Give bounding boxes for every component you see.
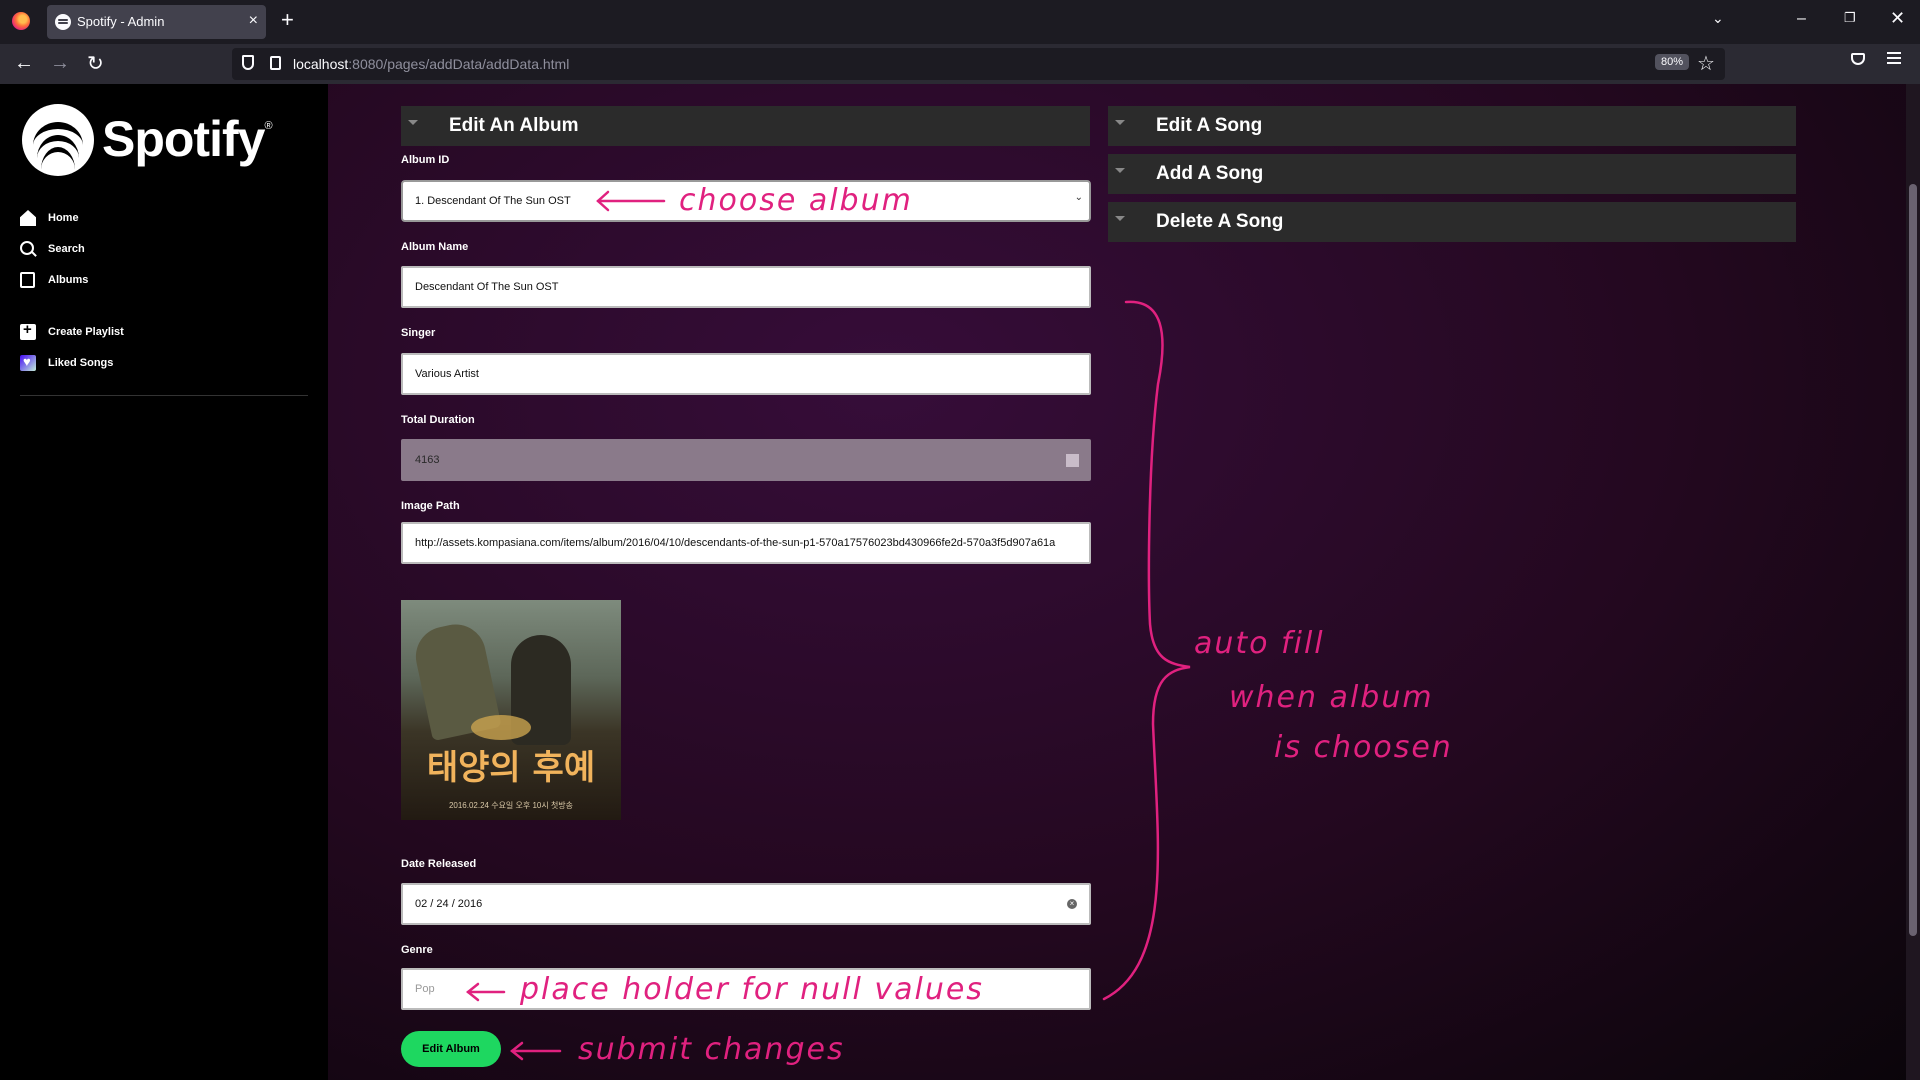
search-icon	[20, 241, 34, 255]
minimize-icon[interactable]: –	[1797, 10, 1806, 28]
sidebar-item-albums[interactable]: Albums	[20, 269, 88, 291]
album-name-value: Descendant Of The Sun OST	[415, 281, 559, 293]
logo-text: Spotify®	[102, 111, 273, 167]
page-icon[interactable]	[270, 56, 281, 70]
accordion-title: Edit An Album	[449, 115, 579, 136]
accordion-delete-song[interactable]: Delete A Song	[1108, 202, 1796, 242]
heart-icon	[20, 354, 36, 371]
accordion-title: Delete A Song	[1156, 211, 1284, 232]
browser-tab[interactable]: Spotify - Admin ×	[47, 5, 266, 39]
image-path-label: Image Path	[401, 500, 460, 512]
url-bar[interactable]: localhost:8080/pages/addData/addData.htm…	[232, 48, 1725, 80]
clear-icon[interactable]: ×	[1067, 899, 1077, 909]
album-id-label: Album ID	[401, 154, 450, 166]
hamburger-menu-icon[interactable]	[1887, 52, 1901, 54]
tab-title: Spotify - Admin	[77, 14, 165, 29]
total-duration-label: Total Duration	[401, 414, 475, 426]
singer-value: Various Artist	[415, 368, 479, 380]
genre-label: Genre	[401, 944, 433, 956]
accordion-edit-song[interactable]: Edit A Song	[1108, 106, 1796, 146]
accordion-add-song[interactable]: Add A Song	[1108, 154, 1796, 194]
image-path-value: http://assets.kompasiana.com/items/album…	[415, 537, 1056, 549]
annotation-submit-note: submit changes	[578, 1032, 845, 1067]
date-released-value: 02 / 24 / 2016	[415, 898, 483, 910]
spinner-icon	[1066, 454, 1079, 467]
restore-icon[interactable]: ❐	[1844, 10, 1856, 26]
page-viewport: Spotify® Home Search Albums Create Playl…	[0, 84, 1920, 1080]
accordion-title: Add A Song	[1156, 163, 1264, 184]
annotation-auto-fill-2: when album	[1229, 680, 1434, 715]
spotify-logo-icon	[22, 104, 94, 176]
annotation-placeholder-note: place holder for null values	[520, 972, 984, 1007]
zoom-level[interactable]: 80%	[1655, 54, 1690, 70]
caret-down-icon	[1115, 216, 1125, 221]
date-released-input[interactable]: 02 / 24 / 2016 ×	[401, 883, 1091, 925]
scrollbar-thumb[interactable]	[1909, 184, 1917, 936]
sidebar-divider	[20, 395, 308, 396]
sidebar-item-label: Liked Songs	[48, 357, 114, 369]
page-scrollbar[interactable]	[1906, 84, 1920, 1080]
album-name-label: Album Name	[401, 241, 469, 253]
sidebar-item-create-playlist[interactable]: Create Playlist	[20, 321, 124, 343]
sidebar-item-label: Search	[48, 243, 85, 255]
sidebar: Spotify® Home Search Albums Create Playl…	[0, 84, 328, 1080]
accordion-edit-album[interactable]: Edit An Album	[401, 106, 1090, 146]
total-duration-input: 4163	[401, 439, 1091, 481]
accordion-title: Edit A Song	[1156, 115, 1263, 136]
chevron-down-icon: ⌄	[1074, 192, 1083, 203]
new-tab-icon[interactable]: +	[281, 9, 294, 31]
browser-tab-bar: Spotify - Admin × + ⌄ – ❐ ✕	[0, 0, 1920, 44]
annotation-auto-fill-1: auto fill	[1194, 626, 1325, 661]
add-icon	[20, 321, 36, 340]
sidebar-item-label: Home	[48, 212, 79, 224]
sidebar-item-label: Create Playlist	[48, 326, 124, 338]
sidebar-item-home[interactable]: Home	[20, 207, 79, 229]
window-close-icon[interactable]: ✕	[1890, 8, 1905, 29]
singer-input[interactable]: Various Artist	[401, 353, 1091, 395]
caret-down-icon	[408, 120, 418, 125]
sidebar-item-search[interactable]: Search	[20, 238, 85, 260]
album-name-input[interactable]: Descendant Of The Sun OST	[401, 266, 1091, 308]
firefox-icon	[12, 12, 30, 30]
total-duration-value: 4163	[415, 454, 440, 466]
back-arrow-icon[interactable]: ←	[14, 52, 34, 75]
caret-down-icon	[1115, 168, 1125, 173]
image-path-input[interactable]: http://assets.kompasiana.com/items/album…	[401, 522, 1091, 564]
bookmark-star-icon[interactable]: ☆	[1697, 51, 1715, 76]
album-cover-image: 태양의 후예 2016.02.24 수요일 오후 10시 첫방송	[401, 600, 621, 820]
edit-album-button[interactable]: Edit Album	[401, 1031, 501, 1067]
genre-placeholder: Pop	[415, 983, 435, 995]
browser-nav-bar: ← → ↻ localhost:8080/pages/addData/addDa…	[0, 44, 1920, 84]
main-content: Edit An Album Edit A Song Add A Song Del…	[328, 84, 1920, 1080]
date-released-label: Date Released	[401, 858, 477, 870]
cover-title: 태양의 후예	[426, 748, 596, 788]
forward-arrow-icon[interactable]: →	[50, 52, 70, 75]
close-tab-icon[interactable]: ×	[249, 12, 258, 30]
sidebar-item-label: Albums	[48, 274, 89, 286]
sidebar-item-liked-songs[interactable]: Liked Songs	[20, 352, 113, 374]
home-icon	[20, 210, 36, 226]
albums-icon	[20, 272, 35, 288]
singer-label: Singer	[401, 327, 436, 339]
annotation-auto-fill-3: is choosen	[1274, 730, 1453, 765]
pocket-icon[interactable]	[1851, 53, 1865, 65]
shield-icon[interactable]	[242, 55, 254, 70]
reload-icon[interactable]: ↻	[87, 51, 104, 76]
album-id-selected-value: 1. Descendant Of The Sun OST	[415, 195, 571, 207]
spotify-logo[interactable]: Spotify®	[20, 104, 340, 184]
url-text[interactable]: localhost:8080/pages/addData/addData.htm…	[293, 56, 569, 72]
caret-down-icon	[1115, 120, 1125, 125]
annotation-choose-album: choose album	[679, 183, 913, 218]
cover-footer: 2016.02.24 수요일 오후 10시 첫방송	[448, 801, 574, 810]
chevron-down-icon[interactable]: ⌄	[1712, 10, 1724, 27]
spotify-favicon-icon	[55, 14, 71, 30]
